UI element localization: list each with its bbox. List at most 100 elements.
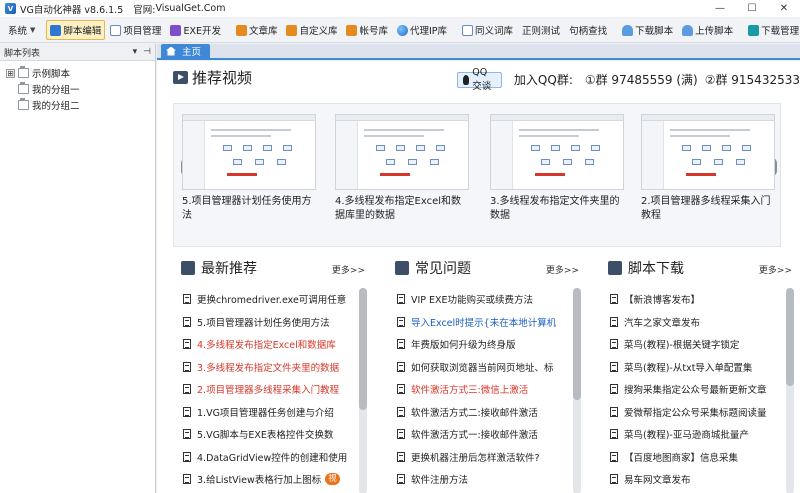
- maximize-button[interactable]: ☐: [736, 0, 768, 17]
- video-thumbnail[interactable]: [490, 114, 624, 190]
- proxy-globe-icon: [397, 24, 408, 36]
- video-thumbnail[interactable]: [641, 114, 775, 190]
- proxy-ip-library-button[interactable]: 代理IP库: [393, 20, 451, 40]
- tab-strip: 主页: [157, 44, 800, 60]
- document-icon: [610, 429, 618, 440]
- expand-icon[interactable]: ⊞: [6, 68, 15, 78]
- handle-finder-button[interactable]: 句柄查找: [565, 20, 611, 40]
- project-manager-button[interactable]: 项目管理: [106, 20, 165, 40]
- list-item[interactable]: 爱微帮指定公众号采集标题阅读量: [600, 401, 786, 424]
- list-item[interactable]: 【百度地图商家】信息采集: [600, 446, 786, 469]
- list-scrollbar[interactable]: [786, 288, 794, 493]
- video-card[interactable]: 4.多线程发布指定Excel和数据库里的数据: [335, 114, 469, 223]
- document-icon: [397, 429, 405, 440]
- more-link[interactable]: 更多>>: [759, 263, 792, 276]
- section-header: 最新推荐 更多>>: [173, 254, 369, 282]
- project-icon: [110, 24, 122, 36]
- list-scrollbar[interactable]: [359, 288, 367, 493]
- list-item[interactable]: 软件注册方法: [387, 468, 573, 491]
- edit-script-button[interactable]: 脚本编辑: [46, 20, 106, 40]
- custom-lib-icon: [286, 24, 298, 36]
- list-item[interactable]: 易车网文章发布: [600, 468, 786, 491]
- video-card[interactable]: 3.多线程发布指定文件夹里的数据: [490, 114, 624, 223]
- list-item[interactable]: 3.多线程发布指定文件夹里的数据: [173, 356, 359, 379]
- list-item[interactable]: 【新浪博客发布】: [600, 288, 786, 311]
- minimize-button[interactable]: —: [704, 0, 736, 17]
- video-card[interactable]: 2.项目管理器多线程采集入门教程: [641, 114, 775, 223]
- list-item[interactable]: 如何获取浏览器当前网页地址、标: [387, 356, 573, 379]
- synonym-library-button[interactable]: 同义词库: [458, 20, 517, 40]
- list-item[interactable]: 软件激活方式一:接收邮件激活: [387, 423, 573, 446]
- list-item[interactable]: 5.VG脚本与EXE表格控件交换数: [173, 423, 359, 446]
- list-item[interactable]: 5.项目管理器计划任务使用方法: [173, 311, 359, 334]
- exe-dev-button[interactable]: EXE开发: [166, 20, 225, 40]
- list-item[interactable]: 2.项目管理器多线程采集入门教程: [173, 378, 359, 401]
- qq-group-label: 加入QQ群:: [513, 73, 573, 87]
- account-library-button[interactable]: 帐号库: [342, 20, 392, 40]
- panel-menu-icon[interactable]: ▾: [133, 47, 138, 57]
- document-icon: [610, 316, 618, 327]
- list-item[interactable]: 更换机器注册后怎样激活软件?: [387, 446, 573, 469]
- pin-icon[interactable]: ⊣: [143, 47, 151, 57]
- qq-group-2[interactable]: ②群 915432533: [705, 71, 800, 88]
- close-button[interactable]: ✕: [768, 0, 800, 17]
- video-caption[interactable]: 2.项目管理器多线程采集入门教程: [641, 195, 775, 223]
- video-caption[interactable]: 5.项目管理器计划任务使用方法: [182, 195, 316, 223]
- list-item[interactable]: 菜鸟(教程)-亚马逊商城批量产: [600, 423, 786, 446]
- video-card[interactable]: 5.项目管理器计划任务使用方法: [182, 114, 316, 223]
- list-item[interactable]: 年费版如何升级为终身版: [387, 333, 573, 356]
- home-page: 推荐视频 QQ交谈 加入QQ群: ①群 97485559 (满) ②群 9154…: [157, 61, 800, 493]
- download-script-button[interactable]: 下载脚本: [618, 20, 677, 40]
- list-item[interactable]: 菜鸟(教程)-根据关键字锁定: [600, 333, 786, 356]
- video-caption[interactable]: 3.多线程发布指定文件夹里的数据: [490, 195, 624, 223]
- list-item[interactable]: 软件激活方式三:微信上激活: [387, 378, 573, 401]
- script-list-panel: 脚本列表 ▾ ⊣ ⊞ 示例脚本 我的分组一 我的分组二: [0, 44, 156, 493]
- video-badge: 视: [325, 473, 340, 486]
- list-item[interactable]: 更换chromedriver.exe可调用任意: [173, 288, 359, 311]
- video-caption[interactable]: 4.多线程发布指定Excel和数据库里的数据: [335, 195, 469, 223]
- qq-penguin-icon: [463, 74, 470, 85]
- tree-node-group-1[interactable]: 我的分组一: [6, 81, 155, 97]
- document-icon: [183, 339, 191, 350]
- document-icon: [183, 316, 191, 327]
- document-icon: [397, 339, 405, 350]
- list-item[interactable]: 汽车之家文章发布: [600, 311, 786, 334]
- more-link[interactable]: 更多>>: [546, 263, 579, 276]
- section-title: 推荐视频: [192, 69, 253, 87]
- document-icon: [183, 361, 191, 372]
- tab-home[interactable]: 主页: [161, 44, 211, 58]
- list-item[interactable]: 1.VG项目管理器任务创建与介绍: [173, 401, 359, 424]
- upload-script-button[interactable]: 上传脚本: [678, 20, 737, 40]
- list-item[interactable]: 4.DataGridView控件的创建和使用: [173, 446, 359, 469]
- list-item[interactable]: 3.给ListView表格行加上图标视: [173, 468, 359, 491]
- section-header: 脚本下载 更多>>: [600, 254, 796, 282]
- site-label: 官网:: [133, 4, 156, 16]
- custom-library-button[interactable]: 自定义库: [282, 20, 341, 40]
- tree-node-group-2[interactable]: 我的分组二: [6, 97, 155, 113]
- app-title: VG自动化神器 v8.6.1.5: [20, 4, 124, 16]
- download-manager-button[interactable]: 下载管理: [744, 20, 800, 40]
- list-item[interactable]: 搜狗采集指定公众号最新更新文章: [600, 378, 786, 401]
- list-item[interactable]: VIP EXE功能购买或续费方法: [387, 288, 573, 311]
- document-icon: [183, 429, 191, 440]
- list-item[interactable]: 菜鸟(教程)-从txt导入单配置集: [600, 356, 786, 379]
- faq-section: 常见问题 更多>> VIP EXE功能购买或续费方法 导入Excel时提示{未在…: [387, 254, 583, 493]
- list-scrollbar[interactable]: [573, 288, 581, 493]
- video-thumbnail[interactable]: [182, 114, 316, 190]
- list-item[interactable]: 软件激活方式二:接收邮件激活: [387, 401, 573, 424]
- menu-system[interactable]: 系统 ▼: [4, 20, 39, 40]
- script-download-section: 脚本下载 更多>> 【新浪博客发布】 汽车之家文章发布 菜鸟(教程)-根据关键字…: [600, 254, 796, 493]
- video-thumbnail[interactable]: [335, 114, 469, 190]
- qq-chat-button[interactable]: QQ交谈: [457, 67, 502, 92]
- list-item[interactable]: 4.多线程发布指定Excel和数据库: [173, 333, 359, 356]
- list-item[interactable]: 导入Excel时提示{未在本地计算机: [387, 311, 573, 334]
- tree-node-examples[interactable]: ⊞ 示例脚本: [6, 65, 155, 81]
- more-link[interactable]: 更多>>: [332, 263, 365, 276]
- regex-test-button[interactable]: 正则测试: [518, 20, 564, 40]
- section-title: 最新推荐: [201, 261, 257, 277]
- document-icon: [610, 406, 618, 417]
- article-library-button[interactable]: 文章库: [232, 20, 282, 40]
- qq-group-1[interactable]: ①群 97485559 (满): [585, 71, 698, 88]
- site-url[interactable]: VisualGet.Com: [155, 3, 225, 14]
- folder-icon: [18, 98, 29, 110]
